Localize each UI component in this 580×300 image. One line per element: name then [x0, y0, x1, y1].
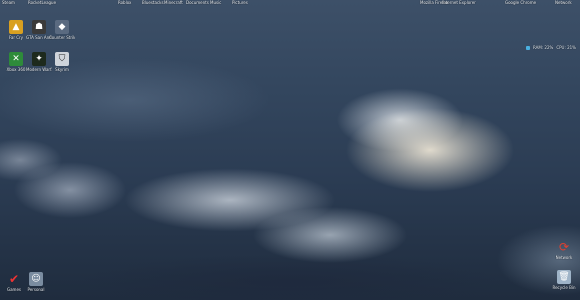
top-icon-label[interactable]: Google Chrome [505, 0, 536, 5]
top-icon-label[interactable]: Music [210, 0, 221, 5]
meter-icon [526, 45, 530, 50]
system-meter-widget: RAM: 22% CPU: 21% [526, 44, 576, 51]
checkmark-icon: ✔ [8, 272, 20, 286]
top-icon-label[interactable]: Internet Explorer [442, 0, 476, 5]
top-icon-label[interactable]: Minecraft [164, 0, 183, 5]
top-icon-label[interactable]: Steam [2, 0, 15, 5]
skyrim-icon: ⛉ [55, 52, 69, 66]
top-icon-label[interactable]: Bluestacks [142, 0, 164, 5]
recycle-bin-icon: 🗑 [557, 270, 571, 284]
desktop-icon[interactable]: ◆ Counter Strike [49, 20, 75, 40]
top-icon-label[interactable]: Documents [186, 0, 209, 5]
user-icon: ☺ [29, 272, 43, 286]
top-icon-label[interactable]: RocketLeague [28, 0, 56, 5]
cpu-usage: CPU: 21% [556, 45, 576, 50]
desktop-icon[interactable]: ☺ Personal [23, 272, 49, 292]
top-icon-label[interactable]: Pictures [232, 0, 248, 5]
xbox-icon: ✕ [9, 52, 23, 66]
game-icon: ▲ [9, 20, 23, 34]
top-icon-label[interactable]: Roblox [118, 0, 131, 5]
desktop-wallpaper: Steam RocketLeague Roblox Bluestacks Min… [0, 0, 580, 300]
desktop-icon[interactable]: ⟳ Network [551, 240, 577, 260]
desktop-icon[interactable]: ⛉ Skyrim [49, 52, 75, 72]
game-icon: ◆ [55, 20, 69, 34]
network-icon: ⟳ [558, 240, 570, 254]
ram-usage: RAM: 22% [533, 45, 554, 50]
top-icon-label[interactable]: Network [555, 0, 572, 5]
desktop-icon[interactable]: 🗑 Recycle Bin [551, 270, 577, 290]
game-icon: ☗ [32, 20, 46, 34]
game-icon: ✦ [32, 52, 46, 66]
